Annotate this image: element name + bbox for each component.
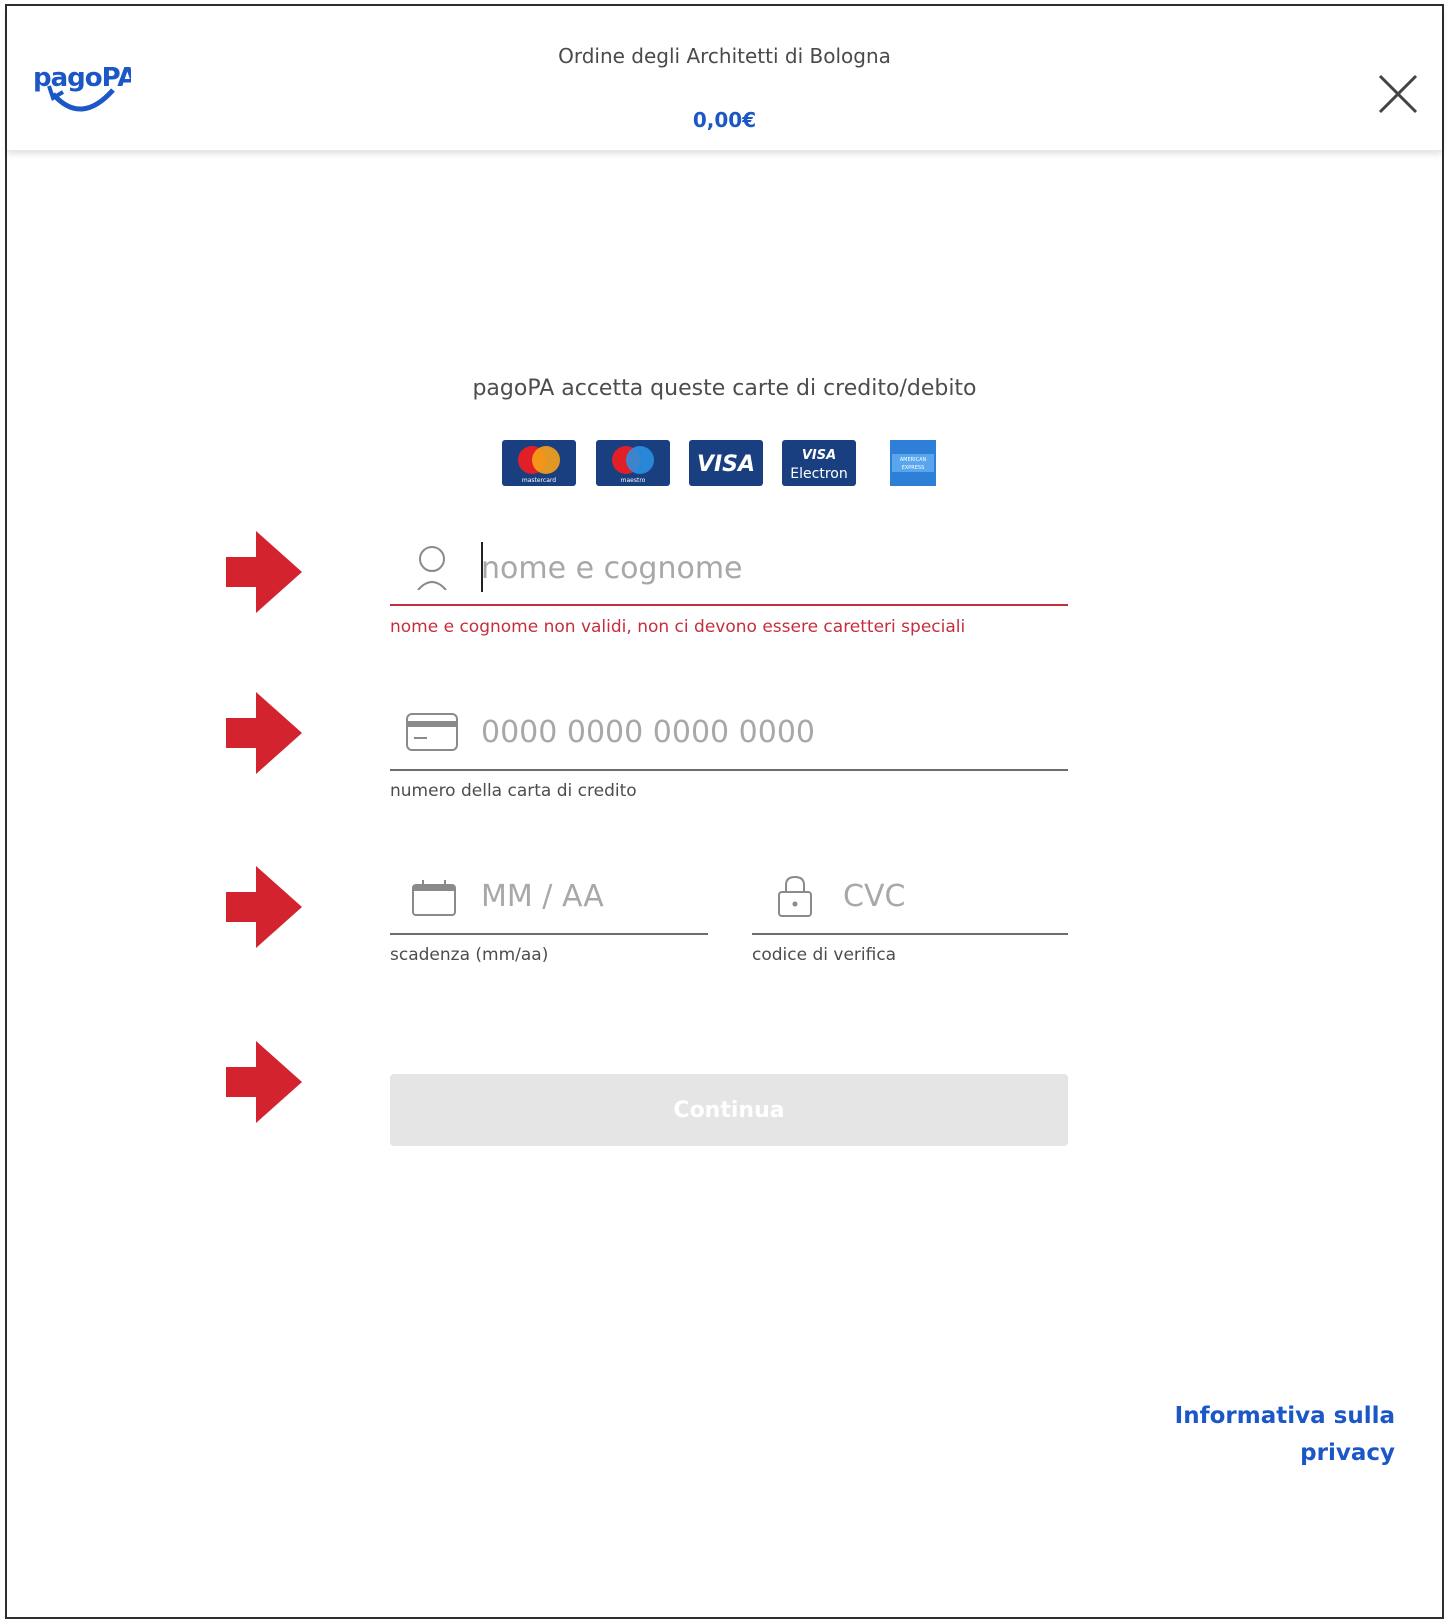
visa-electron-logo: VISA Electron [782, 440, 856, 486]
mastercard-label: mastercard [522, 477, 556, 484]
visa-electron-label-top: VISA [802, 448, 836, 463]
visa-electron-label-bottom: Electron [790, 466, 847, 482]
lock-icon [776, 874, 814, 922]
header: pagoPA Ordine degli Architetti di Bologn… [7, 6, 1442, 151]
cvc-input[interactable]: CVC [843, 879, 905, 914]
privacy-link[interactable]: Informativa sulla privacy [1155, 1398, 1395, 1472]
expiry-input[interactable]: MM / AA [481, 879, 604, 914]
credit-card-icon [405, 712, 459, 756]
amex-label-bottom: EXPRESS [902, 465, 925, 471]
card-number-help: numero della carta di credito [390, 781, 637, 801]
red-arrow-icon [226, 692, 302, 774]
user-icon [415, 546, 449, 594]
expiry-help: scadenza (mm/aa) [390, 945, 549, 965]
name-input-underline [390, 604, 1068, 606]
name-error-message: nome e cognome non validi, non ci devono… [390, 617, 966, 637]
mastercard-logo: mastercard [502, 440, 576, 486]
maestro-logo: maestro [596, 440, 670, 486]
visa-label: VISA [697, 452, 755, 477]
accepted-cards-text: pagoPA accetta queste carte di credito/d… [472, 376, 977, 401]
calendar-icon [411, 879, 457, 921]
amex-label-top: AMERICAN [900, 457, 927, 463]
text-cursor [481, 542, 483, 592]
red-arrow-icon [226, 531, 302, 613]
continue-button[interactable]: Continua [390, 1074, 1068, 1146]
red-arrow-icon [226, 1041, 302, 1123]
maestro-label: maestro [621, 477, 646, 484]
payment-amount: 0,00€ [692, 108, 757, 132]
american-express-logo: AMERICAN EXPRESS [890, 440, 936, 486]
payment-page: pagoPA Ordine degli Architetti di Bologn… [5, 4, 1444, 1619]
expiry-underline [390, 933, 708, 935]
privacy-link-line2: privacy [1300, 1440, 1395, 1466]
card-number-underline [390, 769, 1068, 771]
organization-name: Ordine degli Architetti di Bologna [558, 44, 891, 68]
visa-logo: VISA [689, 440, 763, 486]
close-icon[interactable] [1376, 72, 1420, 116]
cvc-help: codice di verifica [752, 945, 897, 965]
red-arrow-icon [226, 866, 302, 948]
cvc-underline [752, 933, 1068, 935]
name-input[interactable]: nome e cognome [481, 551, 743, 586]
card-number-input[interactable]: 0000 0000 0000 0000 [481, 715, 815, 750]
privacy-link-line1: Informativa sulla [1174, 1403, 1395, 1429]
